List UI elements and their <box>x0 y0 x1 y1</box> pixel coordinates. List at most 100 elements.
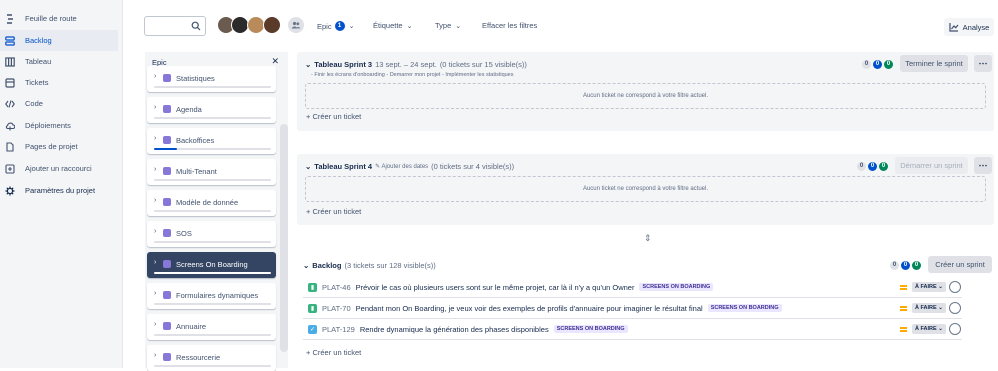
complete-sprint-button[interactable]: Terminer le sprint <box>900 55 968 72</box>
more-icon[interactable]: ⋯ <box>974 55 992 72</box>
status-dropdown[interactable]: À FAIRE ⌄ <box>912 282 946 292</box>
insights-label: Analyse <box>962 22 990 32</box>
sidebar-item-tickets[interactable]: Tickets <box>0 72 118 93</box>
epic-progress-bar <box>154 365 271 367</box>
sidebar-item-project-settings[interactable]: Paramètres du projet <box>0 180 118 201</box>
create-ticket-button[interactable]: + Créer un ticket <box>306 348 361 357</box>
chevron-down-icon: ⌄ <box>406 22 413 30</box>
avatar[interactable] <box>287 16 305 34</box>
sprint-3-header[interactable]: ⌄ Tableau Sprint 3 13 sept. – 24 sept. (… <box>305 60 527 69</box>
epic-item[interactable]: › Ressourcerie <box>147 345 276 371</box>
epic-color-icon <box>163 260 171 268</box>
chevron-down-icon: ⌄ <box>305 60 312 69</box>
issue-key[interactable]: PLAT-46 <box>322 283 351 292</box>
sidebar-item-code[interactable]: Code <box>0 93 118 114</box>
sidebar-item-add-shortcut[interactable]: Ajouter un raccourci <box>0 158 118 179</box>
chevron-right-icon[interactable]: › <box>154 135 156 142</box>
issue-summary[interactable]: Pendant mon On Boarding, je veux voir de… <box>356 304 703 313</box>
create-ticket-button[interactable]: + Créer un ticket <box>306 207 361 216</box>
sidebar-item-label: Paramètres du projet <box>25 186 96 195</box>
project-sidebar: Feuille de route Backlog Tableau Tickets… <box>0 0 123 368</box>
create-sprint-button[interactable]: Créer un sprint <box>928 256 992 273</box>
status-dropdown[interactable]: À FAIRE ⌄ <box>912 324 946 334</box>
sidebar-item-board[interactable]: Tableau <box>0 51 118 72</box>
epic-item-label: Formulaires dynamiques <box>176 291 259 300</box>
epic-item[interactable]: › Statistiques <box>147 66 276 92</box>
epic-item[interactable]: › Screens On Boarding <box>147 252 276 278</box>
epic-color-icon <box>163 105 171 113</box>
sprint-4-header[interactable]: ⌄ Tableau Sprint 4 ✎ Ajouter des dates (… <box>305 162 514 171</box>
chevron-right-icon[interactable]: › <box>154 197 156 204</box>
epic-item-label: Ressourcerie <box>176 353 221 362</box>
epic-item[interactable]: › Modèle de donnée <box>147 190 276 216</box>
chevron-right-icon[interactable]: › <box>154 290 156 297</box>
more-icon[interactable]: ⋯ <box>974 157 992 174</box>
sidebar-item-label: Feuille de route <box>25 14 77 23</box>
unassigned-avatar-icon[interactable] <box>949 323 961 335</box>
clear-filters-button[interactable]: Effacer les filtres <box>482 21 537 30</box>
epic-progress-bar <box>154 272 271 274</box>
story-type-icon: ▮ <box>308 303 317 313</box>
status-dropdown[interactable]: À FAIRE ⌄ <box>912 303 946 313</box>
type-filter[interactable]: Type ⌄ <box>435 21 461 30</box>
issue-key[interactable]: PLAT-70 <box>322 304 351 313</box>
sprint-3-goal: - Finir les écrans d'onboarding - Demarr… <box>311 72 514 78</box>
issue-key[interactable]: PLAT-129 <box>322 325 355 334</box>
epic-item[interactable]: › Formulaires dynamiques <box>147 283 276 309</box>
sidebar-item-deployments[interactable]: Déploiements <box>0 115 118 136</box>
sprint-3-count: (0 tickets sur 15 visible(s)) <box>439 60 527 69</box>
in-progress-count: 0 <box>873 60 882 69</box>
chevron-right-icon[interactable]: › <box>154 321 156 328</box>
chevron-right-icon[interactable]: › <box>154 228 156 235</box>
epic-panel: Epic ✕ › Statistiques › Agenda › Backoffices ›… <box>145 52 288 371</box>
epic-item[interactable]: › Annuaire <box>147 314 276 340</box>
tickets-icon <box>5 77 15 88</box>
create-ticket-label: Créer un ticket <box>312 348 362 357</box>
add-dates-button[interactable]: ✎ Ajouter des dates <box>375 163 428 170</box>
avatar[interactable] <box>263 16 281 34</box>
unassigned-avatar-icon[interactable] <box>949 281 961 293</box>
epic-item[interactable]: › Agenda <box>147 97 276 123</box>
done-count: 0 <box>912 261 921 270</box>
epic-item[interactable]: › Multi-Tenant <box>147 159 276 185</box>
chevron-down-icon: ⌄ <box>305 162 312 171</box>
epic-panel-scrollbar[interactable] <box>280 124 288 352</box>
issue-row[interactable]: ▮ PLAT-46 Prévoir le cas où plusieurs user… <box>303 277 962 298</box>
issue-row[interactable]: ▮ PLAT-70 Pendant mon On Boarding, je veux… <box>303 298 962 319</box>
backlog-header[interactable]: ⌄ Backlog (3 tickets sur 128 visible(s)) <box>303 261 436 270</box>
start-sprint-button[interactable]: Démarrer un sprint <box>895 157 968 174</box>
chevron-right-icon[interactable]: › <box>154 104 156 111</box>
unassigned-avatar-icon[interactable] <box>949 302 961 314</box>
backlog-status-counts: 0 0 0 <box>890 261 921 270</box>
sidebar-item-project-pages[interactable]: Pages de projet <box>0 136 118 157</box>
insights-button[interactable]: Analyse <box>944 18 994 36</box>
issue-row[interactable]: ✓ PLAT-129 Rendre dynamique la génération … <box>303 319 962 340</box>
chevron-right-icon[interactable]: › <box>154 259 156 266</box>
drag-handle-icon[interactable]: ⇕ <box>644 233 652 244</box>
create-ticket-button[interactable]: + Créer un ticket <box>306 112 361 121</box>
epic-progress-bar <box>154 179 271 181</box>
search-input[interactable] <box>144 16 206 36</box>
in-progress-count: 0 <box>901 261 910 270</box>
chevron-right-icon[interactable]: › <box>154 352 156 359</box>
epic-item[interactable]: › Backoffices <box>147 128 276 154</box>
sidebar-item-backlog[interactable]: Backlog <box>0 30 118 51</box>
gear-icon <box>5 186 15 196</box>
chevron-down-icon: ⌄ <box>348 23 355 30</box>
epic-filter[interactable]: Epic 1 ⌄ <box>317 21 354 31</box>
sidebar-item-roadmap[interactable]: Feuille de route <box>0 8 118 29</box>
chevron-down-icon: ⌄ <box>455 22 462 30</box>
issue-summary[interactable]: Rendre dynamique la génération des phase… <box>360 325 549 334</box>
epic-progress-bar <box>154 210 271 212</box>
todo-count: 0 <box>857 162 866 171</box>
issue-summary[interactable]: Prévoir le cas où plusieurs users sont s… <box>356 283 635 292</box>
label-filter[interactable]: Étiquette ⌄ <box>373 21 412 30</box>
epic-color-icon <box>163 229 171 237</box>
epic-progress-bar <box>154 148 271 150</box>
epic-item[interactable]: › SOS <box>147 221 276 247</box>
chevron-right-icon[interactable]: › <box>154 166 156 173</box>
chevron-right-icon[interactable]: › <box>154 73 156 80</box>
chevron-down-icon: ⌄ <box>303 261 310 270</box>
create-ticket-label: Créer un ticket <box>312 207 362 216</box>
empty-message: Aucun ticket ne correspond à votre filtr… <box>582 186 709 192</box>
